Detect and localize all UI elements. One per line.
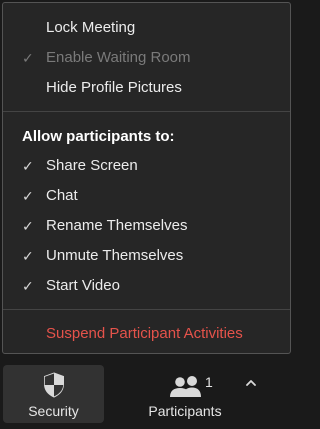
menu-item-label: Start Video <box>46 277 120 294</box>
menu-item-label: Chat <box>46 187 78 204</box>
menu-item-label: Rename Themselves <box>46 217 188 234</box>
menu-item-label: Hide Profile Pictures <box>46 79 182 96</box>
menu-item-hide-profile-pictures[interactable]: Hide Profile Pictures <box>3 73 290 103</box>
checkmark-icon: ✓ <box>22 188 34 204</box>
menu-item-label: Enable Waiting Room <box>46 49 191 66</box>
meeting-toolbar: Security 1 Participants <box>0 356 295 429</box>
participants-button[interactable]: 1 Participants <box>112 365 258 423</box>
people-icon <box>170 376 201 397</box>
menu-item-chat[interactable]: ✓ Chat <box>3 181 290 211</box>
menu-divider <box>3 111 290 112</box>
menu-divider <box>3 309 290 310</box>
checkmark-icon: ✓ <box>22 278 34 294</box>
menu-item-label: Share Screen <box>46 157 138 174</box>
menu-item-label: Lock Meeting <box>46 19 136 36</box>
shield-icon <box>44 372 64 398</box>
security-button[interactable]: Security <box>3 365 104 423</box>
menu-item-suspend-participant-activities[interactable]: Suspend Participant Activities <box>3 319 290 349</box>
security-menu: Lock Meeting ✓ Enable Waiting Room Hide … <box>2 2 291 354</box>
menu-item-label: Unmute Themselves <box>46 247 184 264</box>
checkmark-icon: ✓ <box>22 218 34 234</box>
zoom-security-panel: Lock Meeting ✓ Enable Waiting Room Hide … <box>0 0 295 429</box>
participants-count: 1 <box>205 374 213 390</box>
menu-item-share-screen[interactable]: ✓ Share Screen <box>3 151 290 181</box>
security-label: Security <box>28 403 79 419</box>
menu-item-rename-themselves[interactable]: ✓ Rename Themselves <box>3 211 290 241</box>
checkmark-icon: ✓ <box>22 248 34 264</box>
menu-item-label: Suspend Participant Activities <box>46 325 243 342</box>
checkmark-icon: ✓ <box>22 158 34 174</box>
chevron-up-icon[interactable] <box>244 378 258 388</box>
checkmark-icon: ✓ <box>22 50 34 66</box>
section-header-allow-participants: Allow participants to: <box>22 128 175 145</box>
menu-item-enable-waiting-room: ✓ Enable Waiting Room <box>3 43 290 73</box>
participants-label: Participants <box>148 403 222 419</box>
menu-item-start-video[interactable]: ✓ Start Video <box>3 271 290 301</box>
menu-item-unmute-themselves[interactable]: ✓ Unmute Themselves <box>3 241 290 271</box>
menu-item-lock-meeting[interactable]: Lock Meeting <box>3 13 290 43</box>
